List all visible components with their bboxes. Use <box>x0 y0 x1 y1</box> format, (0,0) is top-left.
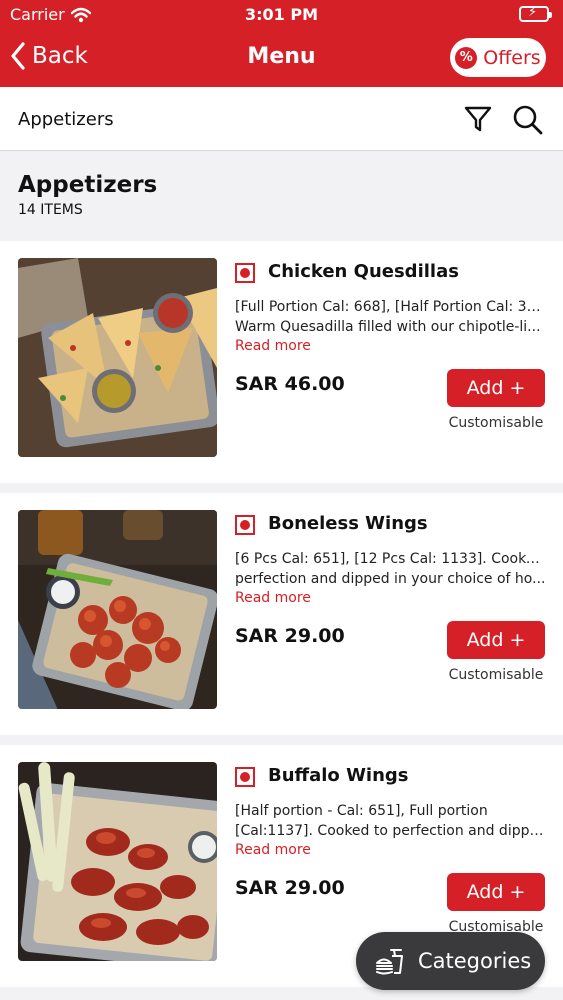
item-photo <box>18 762 217 961</box>
search-icon <box>513 105 543 135</box>
discount-badge-icon: % <box>455 46 478 69</box>
section-heading: Appetizers 14 ITEMS <box>18 172 157 218</box>
categories-label: Categories <box>418 949 532 973</box>
add-button[interactable]: Add + <box>447 621 545 659</box>
menu-item-card[interactable]: Boneless Wings [6 Pcs Cal: 651], [12 Pcs… <box>0 493 563 735</box>
customisable-label: Customisable <box>448 415 544 431</box>
status-time: 3:01 PM <box>244 5 318 24</box>
section-title: Appetizers <box>18 172 158 198</box>
item-description: [Half portion - Cal: 651], Full portion … <box>235 801 547 841</box>
category-header: Appetizers <box>0 87 563 151</box>
add-button[interactable]: Add + <box>447 873 545 911</box>
chevron-left-icon <box>11 42 25 70</box>
item-price: SAR 29.00 <box>235 877 345 899</box>
back-button[interactable]: Back <box>10 42 88 70</box>
read-more-link[interactable]: Read more <box>235 590 311 606</box>
item-count: 14 ITEMS <box>18 202 83 218</box>
customisable-label: Customisable <box>448 667 544 683</box>
item-name: Boneless Wings <box>268 513 428 534</box>
menu-item-card[interactable]: Chicken Quesdillas [Full Portion Cal: 66… <box>0 241 563 483</box>
item-photo <box>18 258 217 457</box>
categories-button[interactable]: Categories <box>356 932 545 990</box>
filter-button[interactable] <box>461 102 495 136</box>
item-description: [Full Portion Cal: 668], [Half Portion C… <box>235 297 547 337</box>
item-photo <box>18 510 217 709</box>
read-more-link[interactable]: Read more <box>235 842 311 858</box>
filter-icon <box>464 106 492 132</box>
veg-indicator-icon <box>235 767 255 787</box>
battery-icon: ⚡ <box>519 5 552 22</box>
status-bar: Carrier 3:01 PM ⚡ <box>0 0 563 30</box>
veg-indicator-icon <box>235 515 255 535</box>
food-menu-icon <box>376 949 403 975</box>
item-description-line: [6 Pcs Cal: 651], [12 Pcs Cal: 1133]. Co… <box>235 551 547 567</box>
search-button[interactable] <box>510 102 544 136</box>
offers-label: Offers <box>483 46 541 69</box>
item-price: SAR 29.00 <box>235 625 345 647</box>
current-category-label: Appetizers <box>18 109 114 130</box>
offers-button[interactable]: % Offers <box>450 38 546 77</box>
item-name: Buffalo Wings <box>268 765 409 786</box>
item-description-line: [Full Portion Cal: 668], [Half Portion C… <box>235 299 547 315</box>
nav-bar: Back Menu % Offers <box>0 30 563 87</box>
item-description-line: [Cal:1137]. Cooked to perfection and dip… <box>235 823 547 839</box>
read-more-link[interactable]: Read more <box>235 338 311 354</box>
item-description: [6 Pcs Cal: 651], [12 Pcs Cal: 1133]. Co… <box>235 549 547 589</box>
add-button[interactable]: Add + <box>447 369 545 407</box>
veg-indicator-icon <box>235 263 255 283</box>
item-description-line: perfection and dipped in your choice of … <box>235 571 546 587</box>
item-name: Chicken Quesdillas <box>268 261 459 282</box>
item-price: SAR 46.00 <box>235 373 345 395</box>
item-description-line: Warm Quesadilla filled with our chipotle… <box>235 319 541 335</box>
back-label: Back <box>32 43 88 69</box>
item-description-line: [Half portion - Cal: 651], Full portion <box>235 803 488 819</box>
